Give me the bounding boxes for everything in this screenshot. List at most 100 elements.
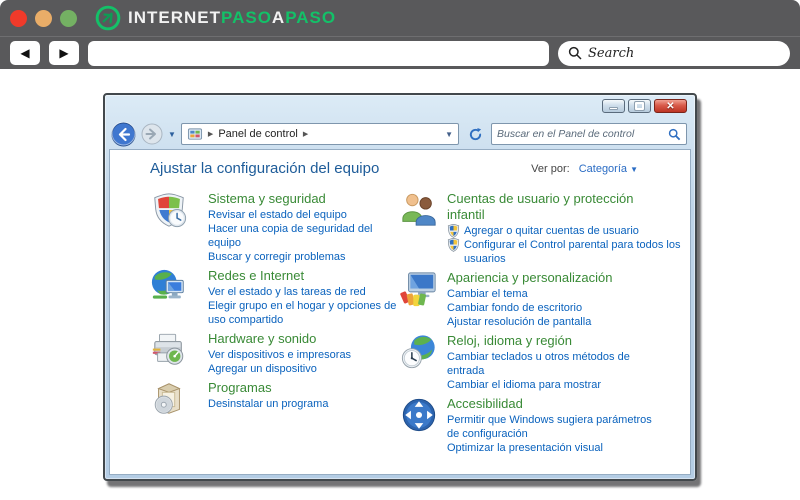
task-link[interactable]: Ver el estado y las tareas de red bbox=[208, 285, 400, 299]
breadcrumb-arrow-icon[interactable]: ▶ bbox=[303, 130, 308, 138]
category-title-link[interactable]: Reloj, idioma y región bbox=[447, 333, 662, 349]
address-dropdown-icon[interactable]: ▼ bbox=[445, 130, 453, 139]
close-button[interactable]: ✕ bbox=[654, 99, 687, 113]
task-link[interactable]: Agregar un dispositivo bbox=[208, 362, 351, 376]
category-section: Hardware y sonido Ver dispositivos e impr… bbox=[150, 331, 400, 376]
task-link[interactable]: Ver dispositivos e impresoras bbox=[208, 348, 351, 362]
category-title-link[interactable]: Redes e Internet bbox=[208, 268, 400, 284]
category-text-block: Cuentas de usuario y protección infantil… bbox=[447, 191, 687, 266]
task-link-label: Desinstalar un programa bbox=[208, 398, 329, 410]
appearance-icon[interactable] bbox=[400, 270, 438, 308]
breadcrumb-item-panel-de-control[interactable]: Panel de control bbox=[218, 128, 298, 140]
view-by-dropdown[interactable]: Categoría ▼ bbox=[579, 163, 638, 175]
url-bar[interactable] bbox=[88, 40, 549, 66]
task-link-label: Cambiar el idioma para mostrar bbox=[447, 379, 602, 391]
category-text-block: Hardware y sonido Ver dispositivos e impr… bbox=[208, 331, 351, 376]
task-link[interactable]: Desinstalar un programa bbox=[208, 397, 328, 411]
category-title-link[interactable]: Apariencia y personalización bbox=[447, 270, 612, 286]
system-security-icon[interactable] bbox=[150, 191, 188, 229]
browser-search-input[interactable] bbox=[588, 45, 780, 61]
view-by-control: Ver por: Categoría ▼ bbox=[531, 163, 638, 175]
maximize-button[interactable] bbox=[628, 99, 651, 113]
browser-toolbar: ◀ ▶ bbox=[0, 36, 800, 69]
browser-forward-button[interactable]: ▶ bbox=[49, 41, 79, 65]
task-link-label: Cambiar fondo de escritorio bbox=[447, 302, 583, 314]
category-title-link[interactable]: Programas bbox=[208, 380, 328, 396]
browser-back-button[interactable]: ◀ bbox=[10, 41, 40, 65]
brand-at-icon bbox=[95, 5, 121, 31]
category-text-block: Accesibilidad Permitir que Windows sugier… bbox=[447, 396, 663, 455]
task-link[interactable]: Agregar o quitar cuentas de usuario bbox=[447, 224, 687, 238]
task-link-label: Buscar y corregir problemas bbox=[208, 251, 346, 263]
category-column-left: Sistema y seguridad Revisar el estado del… bbox=[150, 191, 400, 459]
brand-word: PASO bbox=[285, 8, 337, 27]
category-title-link[interactable]: Accesibilidad bbox=[447, 396, 662, 412]
minimize-icon bbox=[609, 106, 618, 110]
network-internet-icon[interactable] bbox=[150, 268, 188, 306]
ease-of-access-icon[interactable] bbox=[400, 396, 438, 434]
category-title-link[interactable]: Hardware y sonido bbox=[208, 331, 351, 347]
programs-icon[interactable] bbox=[150, 380, 188, 418]
nav-back-button[interactable] bbox=[111, 121, 136, 147]
minimize-button[interactable] bbox=[602, 99, 625, 113]
user-accounts-icon[interactable] bbox=[400, 191, 438, 229]
window-titlebar[interactable]: ✕ bbox=[105, 95, 695, 119]
category-column-right: Cuentas de usuario y protección infantil… bbox=[400, 191, 690, 459]
explorer-navbar: ▼ ▶ Panel de control ▶ ▼ bbox=[105, 119, 695, 149]
task-link[interactable]: Cambiar el tema bbox=[447, 287, 612, 301]
forward-arrow-icon: ▶ bbox=[59, 46, 69, 60]
window-controls: ✕ bbox=[602, 99, 687, 113]
uac-shield-icon bbox=[447, 238, 460, 252]
view-by-value: Categoría bbox=[578, 163, 628, 175]
uac-shield-icon bbox=[447, 224, 460, 238]
category-text-block: Programas Desinstalar un programa bbox=[208, 380, 328, 418]
task-link[interactable]: Cambiar fondo de escritorio bbox=[447, 301, 612, 315]
category-title-link[interactable]: Sistema y seguridad bbox=[208, 191, 400, 207]
control-panel-search-box[interactable] bbox=[491, 123, 687, 145]
brand-word: PASO bbox=[221, 8, 272, 27]
search-icon bbox=[668, 128, 681, 140]
category-section: Cuentas de usuario y protección infantil… bbox=[400, 191, 690, 266]
task-link[interactable]: Elegir grupo en el hogar y opciones de u… bbox=[208, 299, 400, 327]
task-link[interactable]: Buscar y corregir problemas bbox=[208, 250, 400, 264]
chevron-down-icon: ▼ bbox=[630, 165, 638, 174]
category-section: Reloj, idioma y región Cambiar teclados u… bbox=[400, 333, 690, 392]
task-link[interactable]: Cambiar teclados u otros métodos de entr… bbox=[447, 350, 663, 378]
brand-logo: INTERNET PASO A PASO bbox=[95, 5, 336, 31]
task-link-label: Cambiar el tema bbox=[447, 288, 528, 300]
refresh-button[interactable] bbox=[464, 123, 486, 145]
hardware-sound-icon[interactable] bbox=[150, 331, 188, 369]
maximize-icon bbox=[634, 101, 645, 111]
task-link[interactable]: Optimizar la presentación visual bbox=[447, 441, 663, 455]
clock-language-region-icon[interactable] bbox=[400, 333, 438, 371]
brand-wordmark: INTERNET PASO A PASO bbox=[128, 8, 336, 28]
task-link[interactable]: Revisar el estado del equipo bbox=[208, 208, 400, 222]
control-panel-window: ✕ ▼ ▶ Panel de control ▶ ▼ Buscar en el … bbox=[103, 93, 697, 481]
category-columns: Sistema y seguridad Revisar el estado del… bbox=[150, 191, 690, 459]
category-section: Apariencia y personalización Cambiar el t… bbox=[400, 270, 690, 329]
category-section: Accesibilidad Permitir que Windows sugier… bbox=[400, 396, 690, 455]
category-section: Redes e Internet Ver el estado y las tare… bbox=[150, 268, 400, 327]
task-link-label: Permitir que Windows sugiera parámetros … bbox=[447, 414, 652, 440]
task-link-label: Optimizar la presentación visual bbox=[447, 442, 603, 454]
nav-forward-button[interactable] bbox=[141, 123, 163, 145]
browser-search-box[interactable] bbox=[558, 40, 790, 66]
traffic-light-red-icon bbox=[10, 9, 27, 27]
search-icon bbox=[568, 46, 582, 60]
refresh-icon bbox=[469, 127, 481, 140]
task-link[interactable]: Cambiar el idioma para mostrar bbox=[447, 378, 663, 392]
category-title-link[interactable]: Cuentas de usuario y protección infantil bbox=[447, 191, 662, 223]
task-link[interactable]: Ajustar resolución de pantalla bbox=[447, 315, 612, 329]
task-link[interactable]: Hacer una copia de seguridad del equipo bbox=[208, 222, 400, 250]
control-panel-search-input[interactable] bbox=[497, 128, 668, 140]
task-link-label: Ver el estado y las tareas de red bbox=[208, 286, 366, 298]
category-text-block: Reloj, idioma y región Cambiar teclados u… bbox=[447, 333, 663, 392]
recent-pages-dropdown[interactable]: ▼ bbox=[168, 130, 176, 139]
task-link[interactable]: Permitir que Windows sugiera parámetros … bbox=[447, 413, 663, 441]
task-link-label: Agregar o quitar cuentas de usuario bbox=[464, 225, 639, 237]
breadcrumb-arrow-icon: ▶ bbox=[207, 131, 214, 138]
task-link-label: Elegir grupo en el hogar y opciones de u… bbox=[208, 300, 397, 326]
address-bar[interactable]: ▶ Panel de control ▶ ▼ bbox=[180, 123, 459, 145]
task-link[interactable]: Configurar el Control parental para todo… bbox=[447, 238, 687, 266]
site-header: INTERNET PASO A PASO bbox=[0, 0, 800, 36]
